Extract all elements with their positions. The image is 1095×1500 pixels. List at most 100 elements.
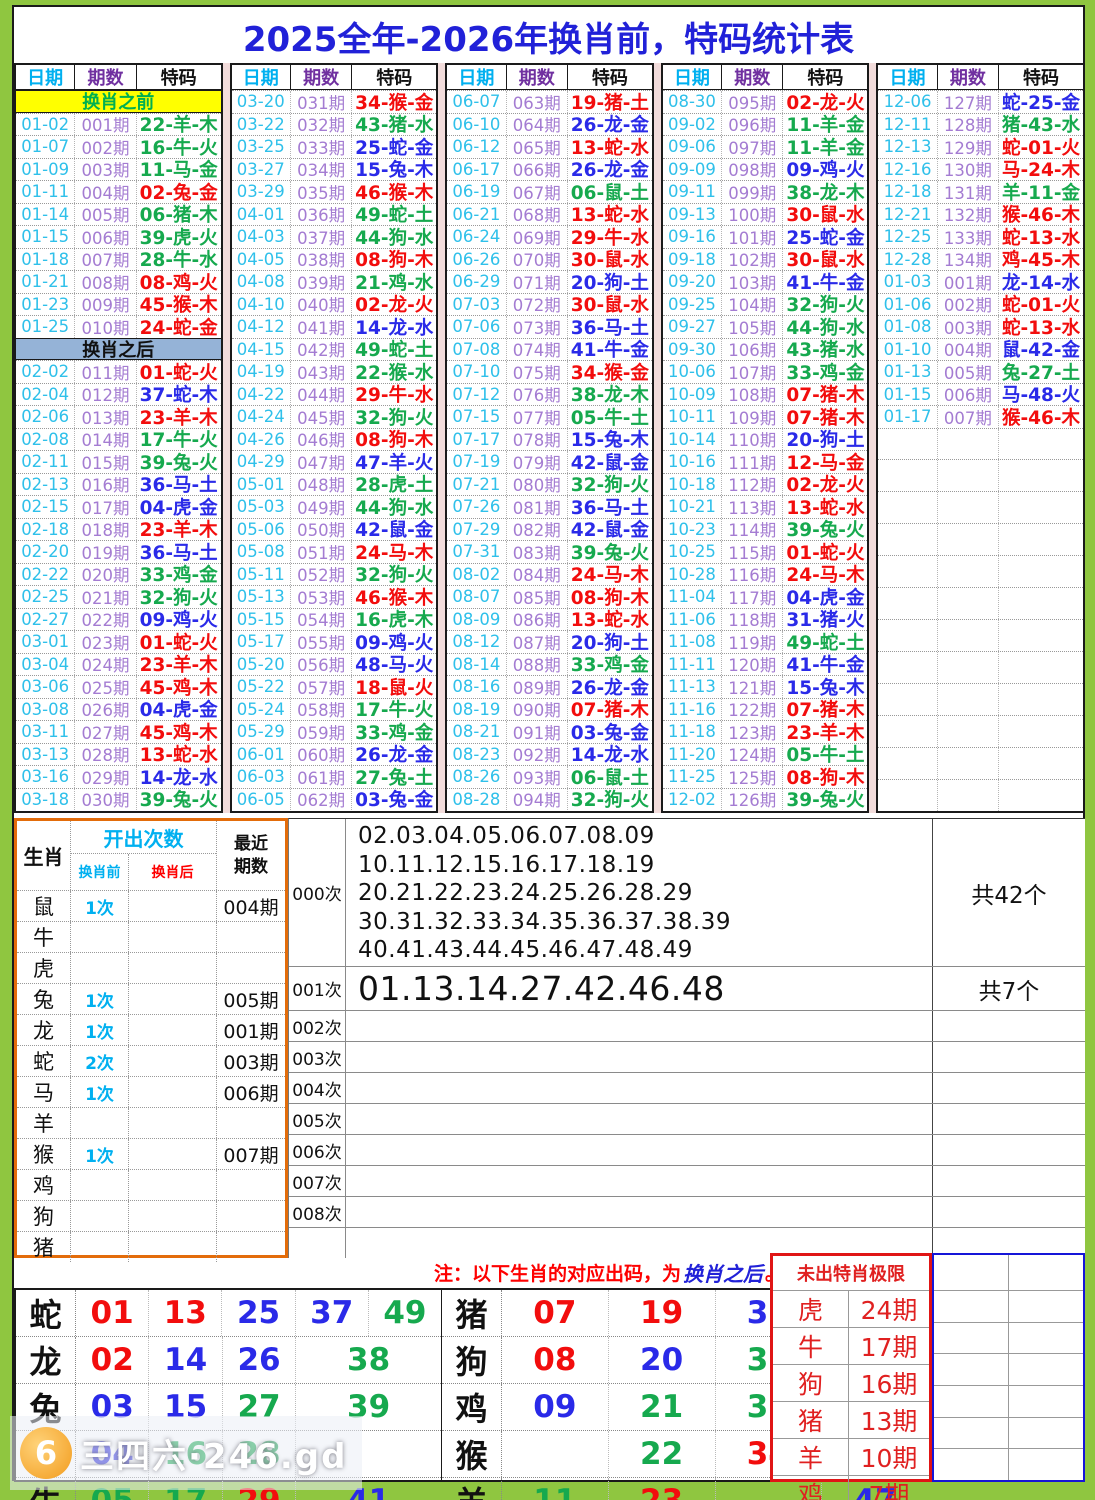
period-cell: 129期 — [938, 136, 1000, 158]
code-cell: 39-兔-火 — [786, 790, 865, 810]
table-row: 01-13 005期 兔-27-土 — [878, 360, 1083, 383]
date-cell: 09-09 — [663, 158, 723, 180]
date-cell: 03-11 — [16, 721, 76, 743]
period-cell: 002期 — [75, 136, 137, 158]
period-cell: 081期 — [507, 496, 568, 518]
table-row: 02-02 011期 01-蛇-火 — [16, 360, 221, 383]
table-row: 12-28 134期 鸡-45-木 — [878, 247, 1083, 270]
date-cell: 04-03 — [232, 226, 291, 248]
code-cell: 24-马-木 — [355, 542, 434, 563]
freq-count-label: 004次 — [289, 1073, 346, 1103]
code-cell: 32-狗-火 — [139, 587, 218, 608]
col-header-code: 特码 — [160, 68, 197, 89]
date-cell — [878, 620, 938, 652]
limit-zodiac-cell: 猪 — [773, 1402, 849, 1438]
date-cell: 11-18 — [663, 721, 723, 743]
map-zodiac-label: 猴 — [442, 1431, 502, 1477]
period-cell — [938, 492, 1000, 524]
spreadsheet-page: 2025全年-2026年换肖前，特码统计表 日期 期数 特码 换肖之前 01-02 001… — [0, 0, 1095, 1500]
date-cell: 08-28 — [447, 788, 507, 810]
freq-count-label: 000次 — [289, 819, 346, 966]
table-row: 11-13 121期 15-兔-木 — [662, 675, 868, 698]
date-cell: 01-25 — [16, 316, 76, 338]
code-cell: 32-狗-火 — [355, 407, 434, 428]
stats-header-recent-line2: 期数 — [234, 856, 268, 877]
period-cell — [938, 460, 1000, 492]
date-cell: 08-16 — [447, 676, 507, 698]
stats-header-before: 换肖前 — [71, 854, 129, 890]
date-cell: 03-08 — [16, 698, 76, 720]
code-cell: 06-猪-木 — [139, 205, 218, 225]
code-cell: 45-鸡-木 — [139, 677, 218, 698]
unseen-zodiac-limit-box: 未出特肖极限 虎 24期牛 17期狗 16期猪 13期羊 10期鸡 7期 — [770, 1253, 932, 1500]
period-cell: 131期 — [938, 181, 1000, 203]
table-row: 01-18 007期 28-牛-水 — [16, 247, 221, 270]
date-cell: 12-28 — [878, 248, 938, 270]
period-cell — [938, 428, 1000, 460]
table-row: 04-26 046期 08-狗-木 — [231, 427, 437, 450]
table-row: 04-01 036期 49-蛇-土 — [231, 202, 437, 225]
table-row: 05-22 057期 18-鼠-火 — [231, 675, 437, 698]
code-cell: 28-牛-水 — [139, 250, 218, 270]
date-cell: 01-13 — [878, 361, 938, 383]
col-header-code: 特码 — [376, 68, 413, 89]
table-row: 05-24 058期 17-牛-火 — [231, 697, 437, 720]
period-cell: 072期 — [507, 293, 568, 315]
table-row: 08-16 089期 26-龙-金 — [447, 675, 652, 698]
date-cell: 02-15 — [16, 496, 76, 518]
blue-grid-cell — [934, 1386, 1009, 1417]
date-cell: 07-03 — [447, 293, 507, 315]
map-number-cell: 25 — [222, 1290, 296, 1336]
period-cell — [938, 716, 1000, 748]
date-cell — [878, 428, 938, 460]
blue-grid-cell — [1009, 1449, 1083, 1480]
table-row: 05-11 052期 32-狗-火 — [231, 562, 437, 585]
watermark-logo: 6 — [20, 1427, 72, 1479]
code-cell: 鸡-45-木 — [1001, 250, 1081, 270]
map-number-cell: 19 — [609, 1290, 716, 1336]
table-row: 07-26 081期 36-马-土 — [447, 495, 652, 518]
date-cell: 06-01 — [232, 743, 291, 765]
period-cell: 042期 — [291, 338, 353, 360]
date-cell: 02-27 — [16, 608, 76, 630]
table-row: 02-18 018期 23-羊-木 — [16, 517, 221, 540]
empty-row — [878, 683, 1083, 716]
date-cell: 10-06 — [663, 361, 723, 383]
date-cell: 07-10 — [447, 361, 507, 383]
stats-header-recent-line1: 最近 — [234, 834, 268, 855]
date-cell: 01-18 — [16, 248, 76, 270]
period-cell: 045期 — [291, 406, 353, 428]
limit-zodiac-cell: 鸡 — [773, 1476, 849, 1500]
table-row: 01-10 004期 鼠-42-金 — [878, 337, 1083, 360]
code-cell: 08-狗-木 — [786, 767, 865, 788]
note-prefix: 注：以下生肖的对应出码，为 — [433, 1262, 681, 1285]
note-highlight: 换肖之后 — [683, 1261, 763, 1286]
period-cell: 002期 — [938, 293, 1000, 315]
code-cell: 02-龙-火 — [786, 475, 865, 495]
empty-row — [878, 587, 1083, 620]
table-row: 03-20 031期 34-猴-金 — [231, 90, 437, 113]
date-cell — [878, 524, 938, 556]
stats-header: 生肖 开出次数 换肖前 换肖后 最近 期数 — [17, 821, 285, 891]
freq-tally — [933, 1135, 1085, 1165]
date-cell: 03-06 — [16, 676, 76, 698]
period-cell: 052期 — [291, 563, 353, 585]
period-cell: 090期 — [507, 698, 568, 720]
code-cell — [999, 588, 1083, 619]
period-cell: 006期 — [75, 226, 137, 248]
period-cell: 047期 — [291, 451, 353, 473]
period-cell: 019期 — [75, 541, 137, 563]
date-cell: 07-31 — [447, 541, 507, 563]
table-row: 10-14 110期 20-狗-土 — [662, 427, 868, 450]
table-row: 06-26 070期 30-鼠-水 — [447, 247, 652, 270]
code-cell: 43-猪-水 — [355, 115, 434, 135]
table-row: 01-15 006期 39-虎-火 — [16, 225, 221, 248]
period-cell: 128期 — [938, 113, 1000, 135]
table-row: 12-11 128期 猪-43-水 — [878, 112, 1083, 135]
date-cell: 04-01 — [232, 203, 291, 225]
code-cell: 30-鼠-水 — [570, 295, 649, 315]
map-number-cell: 07 — [502, 1290, 609, 1336]
period-cell: 124期 — [722, 743, 784, 765]
period-cell: 077期 — [507, 406, 568, 428]
date-cell: 02-20 — [16, 541, 76, 563]
